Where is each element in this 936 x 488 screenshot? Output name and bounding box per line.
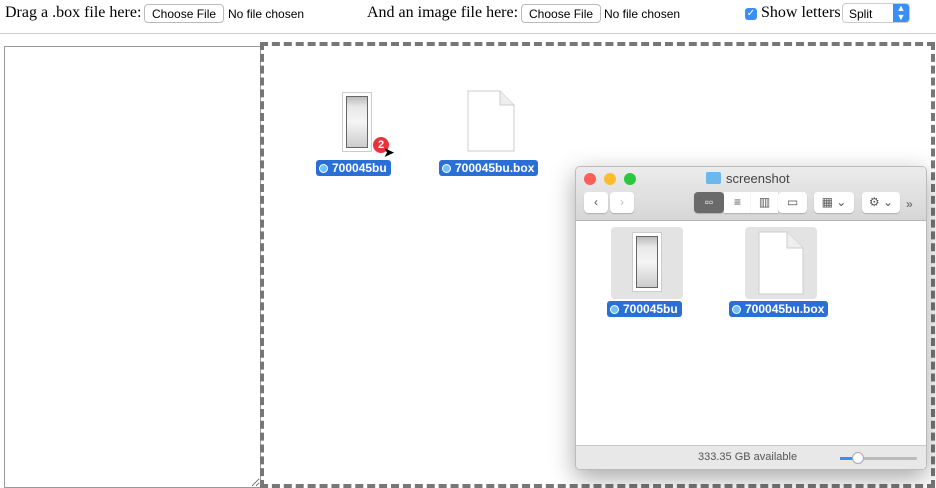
forward-button[interactable]: › <box>610 192 634 213</box>
finder-window: screenshot ‹ › ▫▫ ≡ ▥ ▭ ▦ ⌄ ⚙ ⌄ » 700045… <box>575 166 927 470</box>
box-text-area[interactable] <box>4 46 261 488</box>
box-file-status: No file chosen <box>228 7 305 21</box>
back-button[interactable]: ‹ <box>584 192 608 213</box>
file-item[interactable] <box>611 227 683 299</box>
close-button[interactable] <box>584 173 596 185</box>
dragged-box-label: 700045bu.box <box>439 160 539 176</box>
file-label[interactable]: 700045bu <box>607 301 682 317</box>
folder-icon <box>706 172 721 184</box>
zoom-button[interactable] <box>624 173 636 185</box>
arrange-button[interactable]: ▦ ⌄ <box>814 192 854 213</box>
file-label[interactable]: 700045bu.box <box>729 301 829 317</box>
coverflow-view-button[interactable]: ▭ <box>778 192 807 213</box>
mode-select[interactable]: Split ▲ ▼ <box>842 3 910 23</box>
divider <box>0 33 936 34</box>
image-choose-file-button[interactable]: Choose File <box>521 4 602 23</box>
select-arrows-icon: ▲ ▼ <box>893 4 909 22</box>
action-gear-button[interactable]: ⚙ ⌄ <box>862 192 900 213</box>
status-bar: 333.35 GB available <box>576 445 926 469</box>
icon-view-button[interactable]: ▫▫ <box>694 192 724 213</box>
dragged-image-label: 700045bu <box>316 160 391 176</box>
icon-size-slider[interactable] <box>840 452 917 464</box>
box-choose-file-button[interactable]: Choose File <box>144 4 225 23</box>
image-file-icon <box>632 232 662 292</box>
column-view-button[interactable]: ▥ <box>751 192 778 213</box>
slider-thumb[interactable] <box>852 452 864 464</box>
list-view-button[interactable]: ≡ <box>724 192 751 213</box>
dragged-image-icon <box>342 92 372 152</box>
box-file-label: Drag a .box file here: <box>5 4 142 21</box>
finder-toolbar: screenshot ‹ › ▫▫ ≡ ▥ ▭ ▦ ⌄ ⚙ ⌄ » <box>576 167 926 221</box>
dragged-document-icon <box>467 90 515 152</box>
mode-select-value: Split <box>849 7 873 21</box>
show-letters-label: Show letters <box>761 4 841 21</box>
minimize-button[interactable] <box>604 173 616 185</box>
document-file-icon <box>758 231 804 295</box>
file-item[interactable] <box>745 227 817 299</box>
image-file-status: No file chosen <box>604 7 681 21</box>
overflow-chevron-icon[interactable]: » <box>906 197 913 211</box>
cursor-icon: ➤ <box>383 145 395 161</box>
show-letters-checkbox[interactable]: ✓ <box>745 8 757 20</box>
toolbar: Drag a .box file here: Choose File No fi… <box>0 0 936 30</box>
available-space: 333.35 GB available <box>698 451 798 463</box>
finder-title: screenshot <box>706 171 790 186</box>
image-file-label: And an image file here: <box>367 4 519 21</box>
